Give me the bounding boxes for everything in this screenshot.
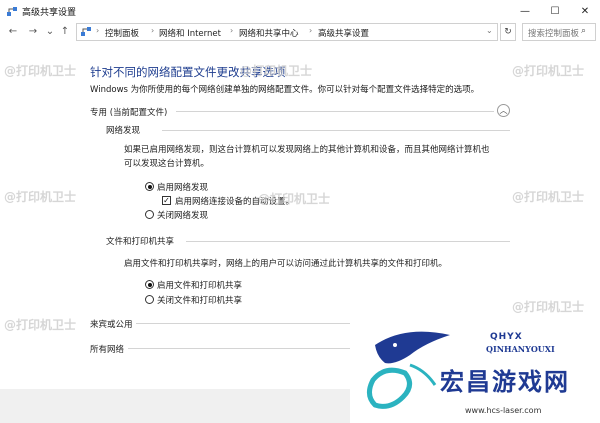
close-button[interactable]: ✕ — [570, 0, 600, 22]
watermark: @打印机卫士 — [512, 64, 585, 78]
breadcrumb-advanced-sharing[interactable]: 高级共享设置 — [318, 27, 369, 39]
breadcrumb-separator: › — [230, 26, 234, 35]
divider — [186, 241, 510, 242]
watermark: @打印机卫士 — [240, 64, 313, 78]
section-guest-public-label[interactable]: 来宾或公用 — [90, 318, 133, 330]
divider — [136, 323, 350, 324]
network-icon — [7, 7, 17, 16]
page-description: Windows 为你所使用的每个网络创建单独的网络配置文件。你可以针对每个配置文… — [90, 85, 480, 95]
refresh-button[interactable]: ↻ — [500, 23, 516, 41]
breadcrumb-network-sharing-center[interactable]: 网络和共享中心 — [239, 27, 299, 39]
brand-url: www.hcs-laser.com — [465, 406, 542, 415]
breadcrumb-network-internet[interactable]: 网络和 Internet — [159, 27, 221, 39]
section-all-networks-label[interactable]: 所有网络 — [90, 343, 124, 355]
brand-title: 宏昌游戏网 — [440, 368, 570, 396]
file-sharing-off-radio[interactable] — [145, 295, 154, 304]
file-sharing-title: 文件和打印机共享 — [106, 237, 175, 247]
watermark: @打印机卫士 — [4, 64, 77, 78]
minimize-button[interactable]: — — [510, 0, 540, 22]
brand-badge: QHYX — [490, 332, 523, 342]
network-discovery-on-radio[interactable] — [145, 182, 154, 191]
breadcrumb-control-panel[interactable]: 控制面板 — [105, 27, 139, 39]
control-panel-icon — [81, 27, 91, 36]
collapse-chevron-icon[interactable]: ︿ — [497, 104, 510, 117]
file-sharing-on-radio[interactable] — [145, 280, 154, 289]
network-discovery-text-1: 如果已启用网络发现，则这台计算机可以发现网络上的其他计算机和设备，而且其他网络计… — [124, 145, 490, 155]
breadcrumb-separator: › — [309, 26, 313, 35]
network-discovery-off-radio[interactable] — [145, 210, 154, 219]
up-arrow-icon[interactable]: ↑ — [58, 25, 72, 39]
watermark: @打印机卫士 — [4, 318, 77, 332]
dragon-logo-icon — [367, 331, 450, 409]
window-title: 高级共享设置 — [22, 8, 77, 18]
brand-english-name: QINHANYOUXI — [486, 344, 555, 354]
watermark: @打印机卫士 — [512, 300, 585, 314]
file-sharing-on-label[interactable]: 启用文件和打印机共享 — [157, 279, 242, 291]
network-discovery-text-2: 可以发现这台计算机。 — [124, 159, 210, 169]
address-dropdown-icon[interactable]: ⌄ — [486, 26, 493, 35]
network-discovery-title: 网络发现 — [106, 126, 141, 136]
watermark: @打印机卫士 — [4, 190, 77, 204]
search-placeholder: 搜索控制面板 — [528, 29, 580, 39]
file-sharing-off-label[interactable]: 关闭文件和打印机共享 — [157, 294, 242, 306]
auto-setup-checkbox[interactable]: ✓ — [162, 196, 171, 205]
watermark: @打印机卫士 — [258, 192, 331, 206]
divider — [176, 111, 494, 112]
divider — [162, 130, 510, 131]
watermark: @打印机卫士 — [512, 190, 585, 204]
history-dropdown-icon[interactable]: ⌄ — [43, 25, 57, 39]
network-discovery-off-label[interactable]: 关闭网络发现 — [157, 209, 208, 221]
breadcrumb-separator: › — [96, 26, 100, 35]
divider — [128, 348, 350, 349]
forward-arrow-icon[interactable]: → — [26, 25, 40, 39]
maximize-button[interactable]: ☐ — [540, 0, 570, 22]
network-discovery-on-label[interactable]: 启用网络发现 — [157, 181, 208, 193]
search-icon[interactable]: ⌕ — [581, 26, 586, 36]
breadcrumb-separator: › — [151, 26, 155, 35]
back-arrow-icon[interactable]: ← — [6, 25, 20, 39]
section-private-label[interactable]: 专用 (当前配置文件) — [90, 106, 167, 118]
file-sharing-text: 启用文件和打印机共享时，网络上的用户可以访问通过此计算机共享的文件和打印机。 — [124, 259, 448, 269]
